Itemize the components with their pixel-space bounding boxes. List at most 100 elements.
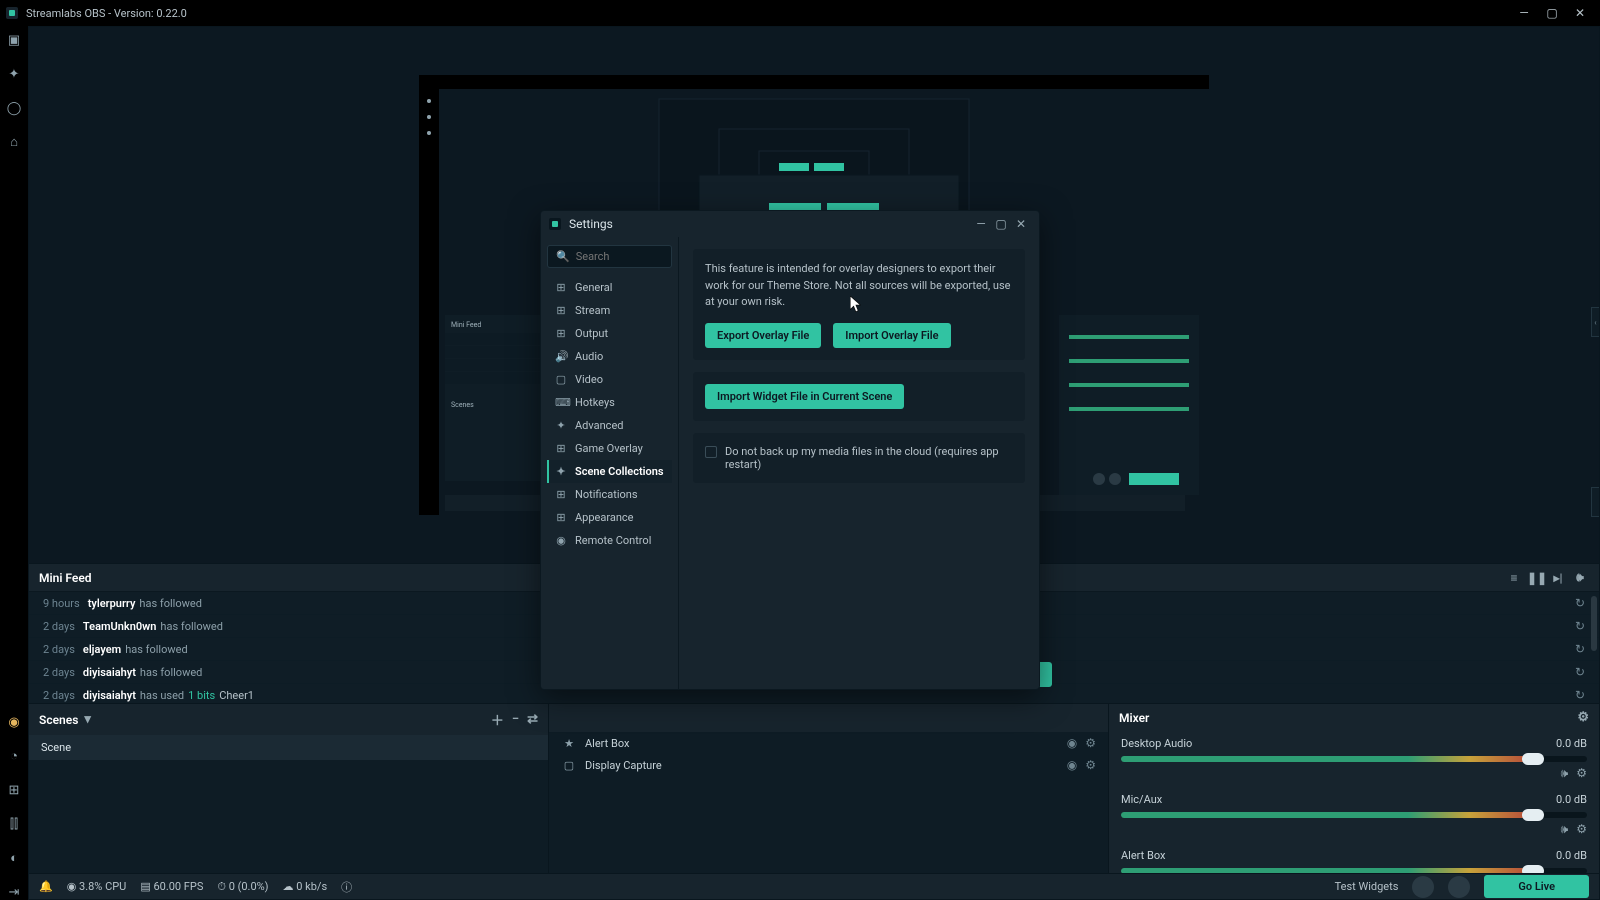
- scenes-remove-icon[interactable]: −: [512, 712, 519, 727]
- status-bitrate: ☁ 0 kb/s: [283, 880, 328, 893]
- minifeed-mute-icon[interactable]: 🕪: [1571, 570, 1589, 585]
- scenes-title: Scenes: [39, 713, 78, 727]
- status-cpu: ◉ 3.8% CPU: [67, 880, 127, 893]
- mixer-mute-icon[interactable]: 🕪: [1561, 766, 1569, 781]
- status-fps: ▤ 60.00 FPS: [140, 880, 203, 893]
- app-title: Streamlabs OBS - Version: 0.22.0: [26, 7, 187, 20]
- go-live-button[interactable]: Go Live: [1484, 875, 1589, 898]
- settings-category-advanced[interactable]: ✦Advanced: [547, 414, 672, 437]
- mixer-channel: Mic/Aux0.0 dB 🕪⚙: [1109, 787, 1599, 843]
- settings-category-notifications[interactable]: ⊞Notifications: [547, 483, 672, 506]
- svg-text:Scenes: Scenes: [451, 401, 474, 409]
- mini-feed-title: Mini Feed: [39, 571, 92, 585]
- settings-category-output[interactable]: ⊞Output: [547, 322, 672, 345]
- preview-collapse-handle[interactable]: ‹: [1591, 307, 1599, 337]
- minifeed-scrollbar[interactable]: [1591, 596, 1597, 651]
- minifeed-filter-icon[interactable]: ≡: [1505, 571, 1523, 585]
- settings-category-remote-control[interactable]: ◉Remote Control: [547, 529, 672, 552]
- sources-panel: ★ Alert Box ◉ ⚙ ▢ Display Capture ◉ ⚙: [549, 704, 1109, 873]
- settings-category-appearance[interactable]: ⊞Appearance: [547, 506, 672, 529]
- window-minimize-button[interactable]: —: [1510, 3, 1538, 23]
- category-icon: 🔊: [555, 350, 567, 363]
- rail-cloud-icon[interactable]: ◔: [6, 748, 22, 764]
- settings-sidebar: 🔍 ⊞General⊞Stream⊞Output🔊Audio▢Video⌨Hot…: [541, 237, 679, 689]
- category-icon: ✦: [555, 419, 567, 432]
- source-visibility-icon[interactable]: ◉: [1067, 758, 1077, 772]
- source-lock-icon[interactable]: ⚙: [1085, 736, 1096, 750]
- category-icon: ⊞: [555, 488, 567, 501]
- category-icon: ⊞: [555, 281, 567, 294]
- import-overlay-button[interactable]: Import Overlay File: [833, 323, 950, 348]
- status-info-icon[interactable]: ⓘ: [341, 879, 352, 895]
- rail-logout-icon[interactable]: ⇥: [6, 884, 22, 900]
- test-widgets-link[interactable]: Test Widgets: [1335, 880, 1399, 893]
- mixer-panel: Mixer ⚙ Desktop Audio0.0 dB 🕪⚙ Mic/Aux0.…: [1109, 704, 1599, 873]
- rail-store-icon[interactable]: ⌂: [6, 134, 22, 150]
- mixer-gear-icon[interactable]: ⚙: [1576, 822, 1587, 837]
- mixer-channel: Desktop Audio0.0 dB 🕪⚙: [1109, 731, 1599, 787]
- settings-category-scene-collections[interactable]: ✦Scene Collections: [547, 460, 672, 483]
- scenes-transition-icon[interactable]: ⇄: [527, 712, 538, 727]
- mixer-slider[interactable]: [1121, 868, 1587, 873]
- minifeed-pause-icon[interactable]: ❚❚: [1527, 571, 1545, 585]
- settings-close-button[interactable]: ✕: [1011, 217, 1031, 231]
- rail-dashboard-icon[interactable]: ✦: [6, 66, 22, 82]
- cloud-backup-checkbox[interactable]: Do not back up my media files in the clo…: [705, 445, 1013, 471]
- feed-replay-icon[interactable]: ↻: [1575, 619, 1585, 633]
- window-maximize-button[interactable]: ▢: [1538, 3, 1566, 23]
- feed-replay-icon[interactable]: ↻: [1575, 642, 1585, 656]
- source-lock-icon[interactable]: ⚙: [1085, 758, 1096, 772]
- settings-search-input[interactable]: [576, 250, 679, 263]
- settings-modal: Settings — ▢ ✕ 🔍 ⊞General⊞Stream⊞Output🔊…: [540, 210, 1040, 690]
- display-icon: ▢: [561, 759, 577, 772]
- settings-category-stream[interactable]: ⊞Stream: [547, 299, 672, 322]
- app-logo-icon: [6, 7, 18, 19]
- scenes-add-icon[interactable]: ＋: [491, 710, 504, 729]
- rail-apps-icon[interactable]: ⊞: [6, 782, 22, 798]
- source-row[interactable]: ▢ Display Capture ◉ ⚙: [549, 754, 1108, 776]
- search-icon: 🔍: [556, 250, 570, 263]
- title-bar: Streamlabs OBS - Version: 0.22.0 — ▢ ✕: [0, 0, 1600, 26]
- settings-category-hotkeys[interactable]: ⌨Hotkeys: [547, 391, 672, 414]
- rail-alerts-icon[interactable]: ◉: [6, 714, 22, 730]
- settings-maximize-button[interactable]: ▢: [991, 217, 1011, 231]
- settings-titlebar[interactable]: Settings — ▢ ✕: [541, 211, 1039, 237]
- checkbox-box[interactable]: [705, 446, 717, 458]
- mixer-settings-icon[interactable]: ⚙: [1577, 710, 1589, 725]
- status-replay-button[interactable]: [1448, 876, 1470, 898]
- nav-rail: ▣ ✦ ◯ ⌂ ◉ ◔ ⊞ ⫿⫿ ◐ ⇥: [0, 26, 28, 900]
- mixer-mute-icon[interactable]: 🕪: [1561, 822, 1569, 837]
- panel-collapse-handle[interactable]: [1591, 487, 1599, 517]
- feed-replay-icon[interactable]: ↻: [1575, 688, 1585, 702]
- import-widget-button[interactable]: Import Widget File in Current Scene: [705, 384, 904, 409]
- settings-category-game-overlay[interactable]: ⊞Game Overlay: [547, 437, 672, 460]
- mixer-slider[interactable]: [1121, 812, 1587, 818]
- rail-help-icon[interactable]: ◐: [6, 850, 22, 866]
- feed-replay-icon[interactable]: ↻: [1575, 596, 1585, 610]
- minifeed-skip-icon[interactable]: ▸|: [1549, 571, 1567, 585]
- status-rec-button[interactable]: [1412, 876, 1434, 898]
- mixer-slider[interactable]: [1121, 756, 1587, 762]
- feed-replay-icon[interactable]: ↻: [1575, 665, 1585, 679]
- export-overlay-button[interactable]: Export Overlay File: [705, 323, 821, 348]
- settings-minimize-button[interactable]: —: [971, 217, 991, 231]
- rail-stats-icon[interactable]: ⫿⫿: [6, 816, 22, 832]
- settings-category-general[interactable]: ⊞General: [547, 276, 672, 299]
- status-notif-icon[interactable]: 🔔: [39, 880, 53, 893]
- rail-studio-icon[interactable]: ▣: [6, 32, 22, 48]
- scenes-panel: Scenes ▾ ＋ − ⇄ Scene: [29, 704, 549, 873]
- scene-item[interactable]: Scene: [29, 735, 548, 760]
- settings-title: Settings: [569, 217, 613, 231]
- alertbox-icon: ★: [561, 737, 577, 750]
- settings-category-video[interactable]: ▢Video: [547, 368, 672, 391]
- rail-chat-icon[interactable]: ◯: [6, 100, 22, 116]
- category-icon: ✦: [555, 465, 567, 478]
- settings-category-audio[interactable]: 🔊Audio: [547, 345, 672, 368]
- source-row[interactable]: ★ Alert Box ◉ ⚙: [549, 732, 1108, 754]
- settings-search[interactable]: 🔍: [547, 245, 672, 268]
- mixer-gear-icon[interactable]: ⚙: [1576, 766, 1587, 781]
- window-close-button[interactable]: ✕: [1566, 3, 1594, 23]
- category-icon: ⊞: [555, 304, 567, 317]
- scenes-dropdown-icon[interactable]: ▾: [84, 712, 91, 727]
- source-visibility-icon[interactable]: ◉: [1067, 736, 1077, 750]
